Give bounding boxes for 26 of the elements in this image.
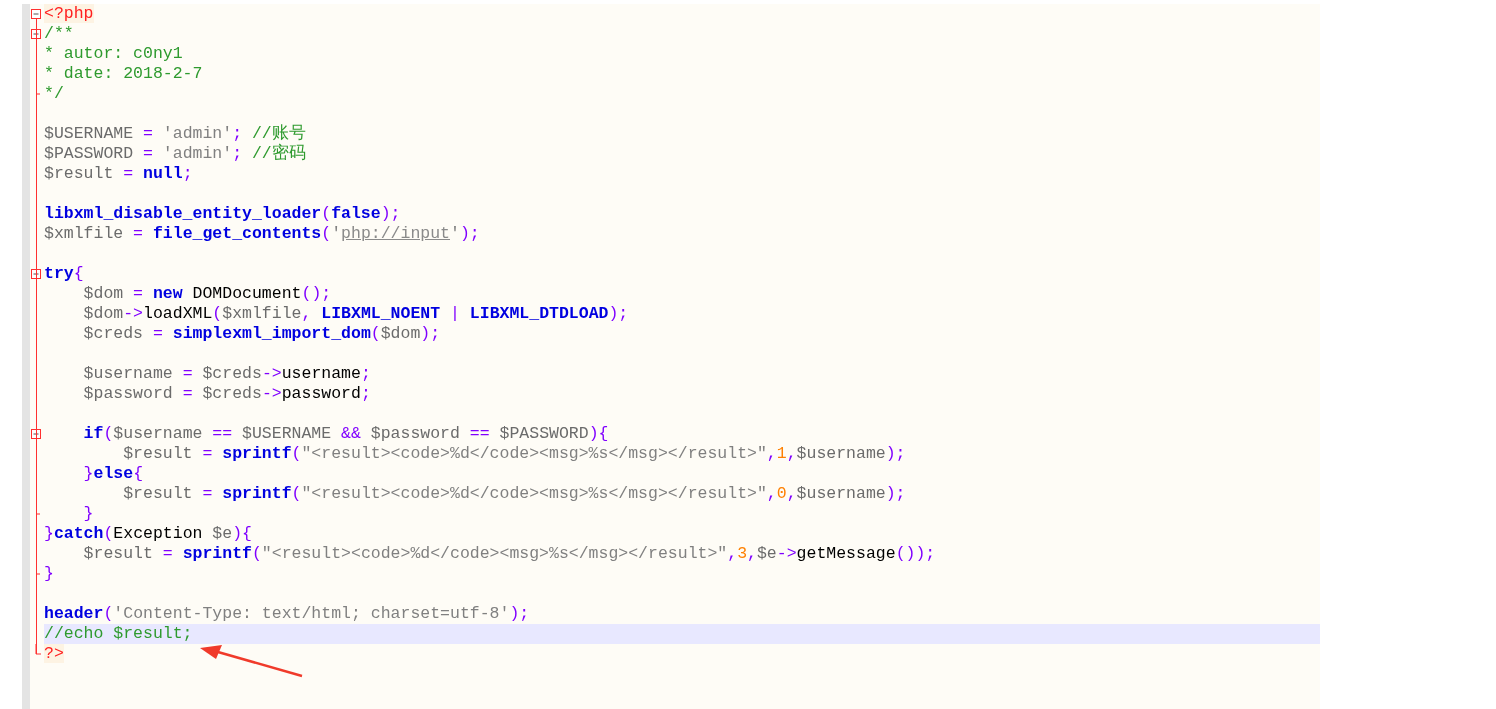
code-line: libxml_disable_entity_loader(false); [44,204,401,224]
code-line: if($username == $USERNAME && $password == $PASSWORD){ [82,424,609,444]
code-line: * date: 2018-2-7 [44,64,203,84]
code-line: $xmlfile = file_get_contents('php://input'); [44,224,480,244]
code-line: $result = sprintf("<result><code>%d</code><msg>%s</msg></result>",3,$e->getMessage()); [82,544,936,564]
code-editor[interactable] [22,4,1320,709]
code-line: */ [44,84,64,104]
code-line: $result = sprintf("<result><code>%d</code><msg>%s</msg></result>",0,$username); [122,484,906,504]
code-line: /** [44,24,74,44]
code-line: header('Content-Type: text/html; charset=utf-8'); [44,604,530,624]
code-line: try{ [44,264,84,284]
code-line: $dom = new DOMDocument(); [82,284,332,304]
code-line: $PASSWORD = 'admin'; //密码 [44,144,306,164]
code-line: $result = null; [44,164,193,184]
code-line: }else{ [82,464,144,484]
code-line: $result = sprintf("<result><code>%d</code><msg>%s</msg></result>",1,$username); [122,444,906,464]
code-line: } [44,564,54,584]
code-line: $dom->loadXML($xmlfile, LIBXML_NOENT | LIBXML_DTDLOAD); [82,304,629,324]
code-line: $username = $creds->username; [82,364,371,384]
code-line: } [82,504,94,524]
code-line: //echo $result; [44,624,193,644]
code-line: * autor: c0ny1 [44,44,183,64]
code-line: $password = $creds->password; [82,384,371,404]
code-line: $USERNAME = 'admin'; //账号 [44,124,306,143]
code-line: $creds = simplexml_import_dom($dom); [82,324,441,344]
code-line: }catch(Exception $e){ [44,524,252,544]
